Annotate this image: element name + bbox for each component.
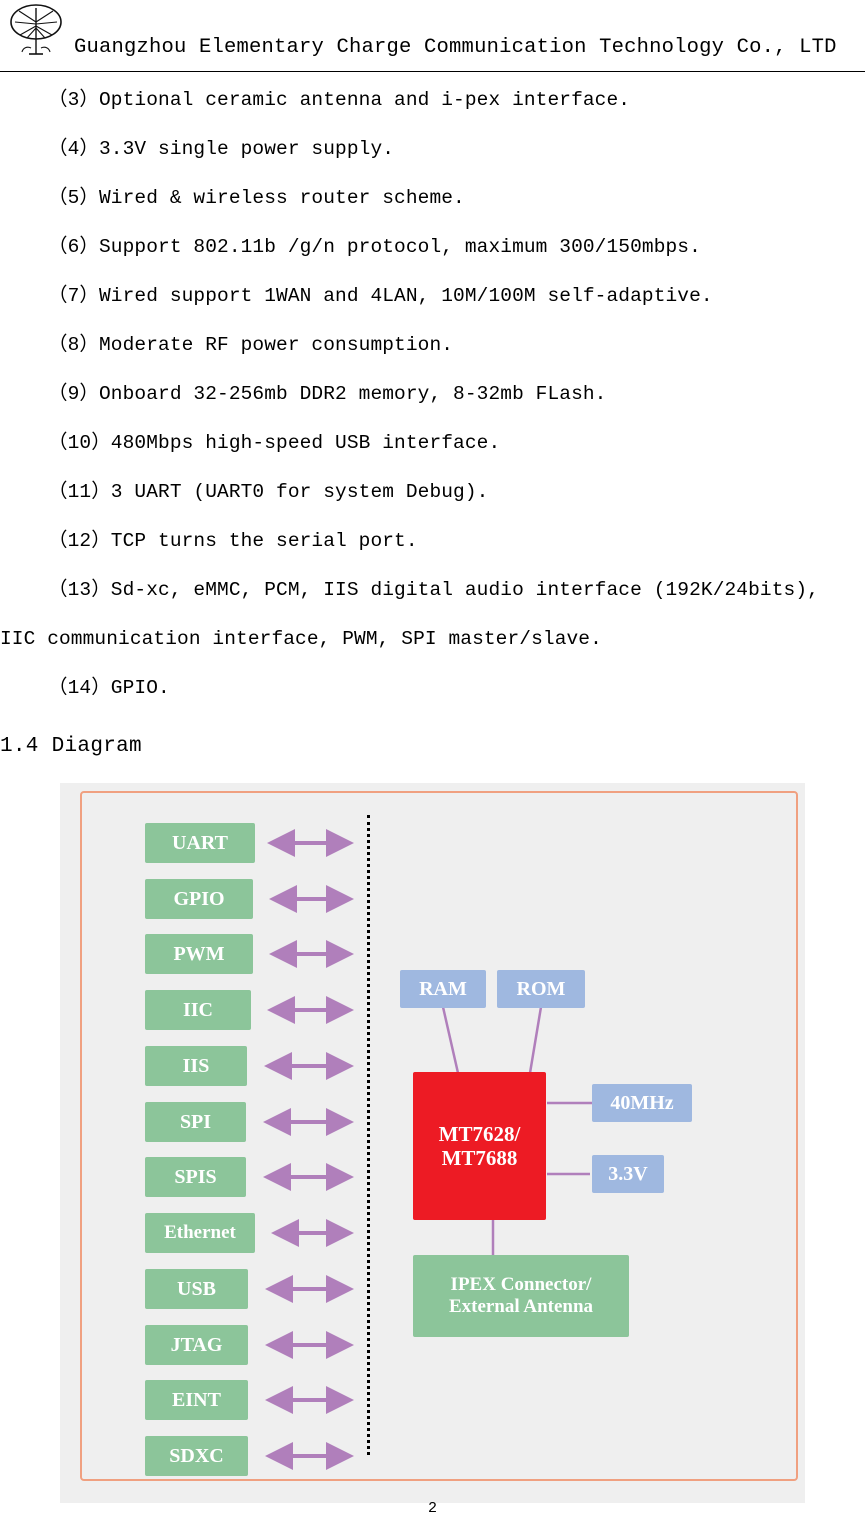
body-item: （7）Wired support 1WAN and 4LAN, 10M/100M…: [48, 285, 713, 307]
header-divider: [0, 71, 865, 72]
diagram-block-sdxc: SDXC: [145, 1436, 248, 1476]
diagram-block-clock: 40MHz: [592, 1084, 692, 1122]
antenna-label-line2: External Antenna: [448, 1296, 594, 1317]
body-item-continuation: IIC communication interface, PWM, SPI ma…: [0, 628, 602, 650]
diagram-block-eint: EINT: [145, 1380, 248, 1420]
diagram-block-spis: SPIS: [145, 1157, 246, 1197]
body-item: （12）TCP turns the serial port.: [48, 530, 418, 552]
tree-logo-icon: [10, 4, 62, 55]
body-item: （14）GPIO.: [48, 677, 170, 699]
body-item: （5）Wired & wireless router scheme.: [48, 187, 465, 209]
chip-label-line2: MT7688: [441, 1146, 518, 1170]
body-item: （9）Onboard 32-256mb DDR2 memory, 8-32mb …: [48, 383, 607, 405]
diagram-block-chip: MT7628/ MT7688: [413, 1072, 546, 1220]
diagram-block-jtag: JTAG: [145, 1325, 248, 1365]
body-item: （6）Support 802.11b /g/n protocol, maximu…: [48, 236, 701, 258]
diagram-block-spi: SPI: [145, 1102, 246, 1142]
diagram-block-iis: IIS: [145, 1046, 247, 1086]
header-title: Guangzhou Elementary Charge Communicatio…: [74, 36, 837, 59]
page-header: Guangzhou Elementary Charge Communicatio…: [0, 0, 865, 76]
diagram-block-voltage: 3.3V: [592, 1155, 664, 1193]
diagram-block-usb: USB: [145, 1269, 248, 1309]
antenna-label-line1: IPEX Connector/: [450, 1274, 592, 1296]
body-item: （11）3 UART (UART0 for system Debug).: [48, 481, 489, 503]
body-item: （4）3.3V single power supply.: [48, 138, 395, 160]
document-body: （3）Optional ceramic antenna and i-pex in…: [0, 76, 865, 773]
body-item: （13）Sd-xc, eMMC, PCM, IIS digital audio …: [48, 579, 819, 601]
diagram-block-uart: UART: [145, 823, 255, 863]
diagram-block-ethernet: Ethernet: [145, 1213, 255, 1253]
block-diagram: UART GPIO PWM IIC IIS SPI SPIS Ethernet …: [60, 783, 805, 1503]
body-item: （8）Moderate RF power consumption.: [48, 334, 454, 356]
diagram-block-gpio: GPIO: [145, 879, 253, 919]
diagram-block-iic: IIC: [145, 990, 251, 1030]
diagram-block-antenna: IPEX Connector/ External Antenna: [413, 1255, 629, 1337]
diagram-block-rom: ROM: [497, 970, 585, 1008]
section-title: 1.4 Diagram: [0, 735, 142, 758]
diagram-block-pwm: PWM: [145, 934, 253, 974]
diagram-block-ram: RAM: [400, 970, 486, 1008]
body-item: （3）Optional ceramic antenna and i-pex in…: [48, 89, 631, 111]
chip-label-line1: MT7628/: [438, 1121, 521, 1146]
body-item: （10）480Mbps high-speed USB interface.: [48, 432, 501, 454]
page-number: 2: [427, 1500, 437, 1517]
